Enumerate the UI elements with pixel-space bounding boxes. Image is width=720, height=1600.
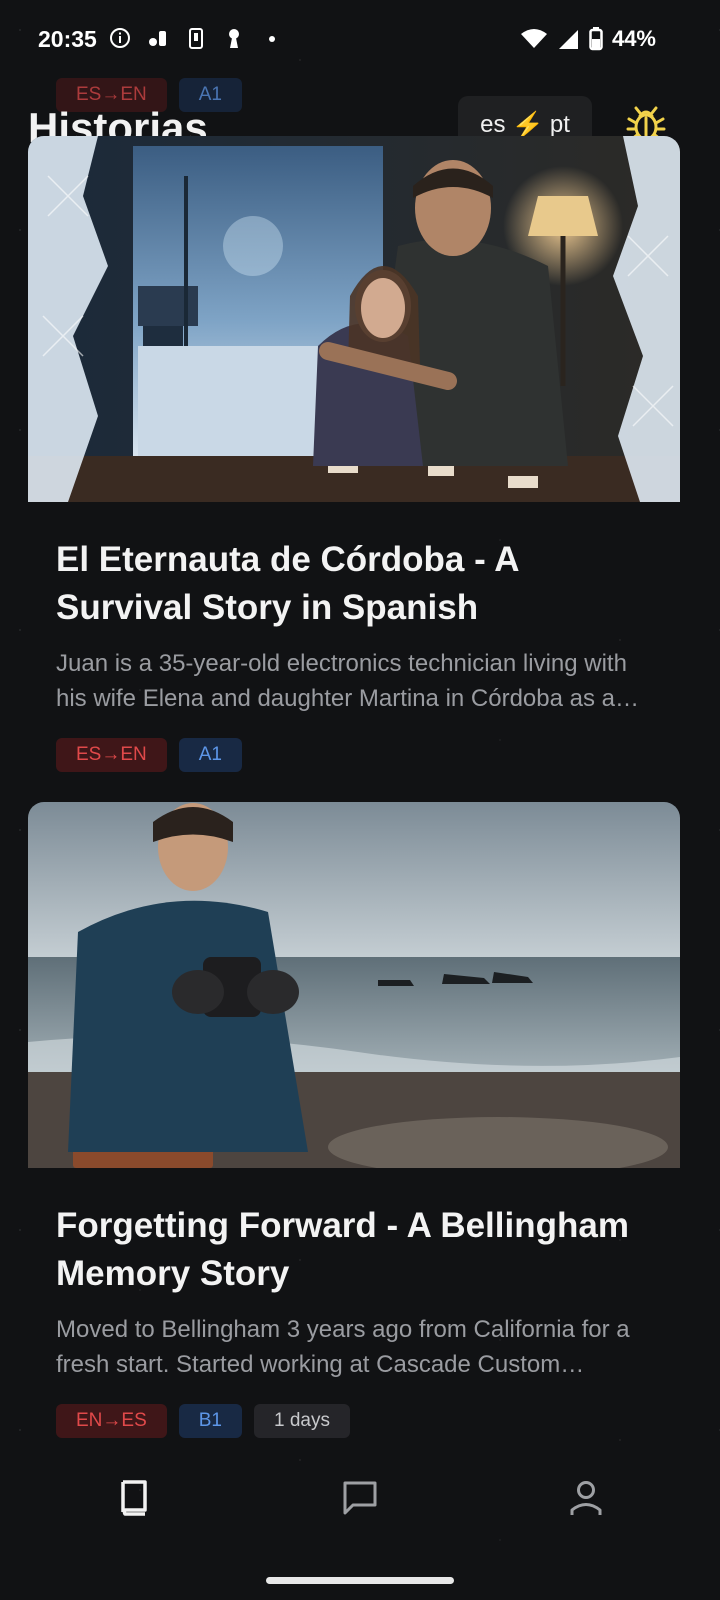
story-title: El Eternauta de Córdoba - A Survival Sto… [56, 540, 519, 627]
story-cover-image[interactable] [28, 802, 680, 1168]
story-card[interactable]: El Eternauta de Córdoba - A Survival Sto… [28, 136, 680, 772]
level-badge: A1 [178, 738, 242, 772]
level-badge: B1 [178, 1404, 242, 1438]
chat-icon [343, 1481, 377, 1515]
status-right-icons: 44% [520, 26, 656, 52]
status-left-icons [108, 26, 284, 50]
story-description: Moved to Bellingham 3 years ago from Cal… [56, 1316, 630, 1378]
cell-signal-icon [556, 27, 580, 51]
phone-icon [184, 26, 208, 50]
age-badge: 1 days [254, 1404, 350, 1438]
nav-stories-button[interactable] [104, 1468, 164, 1528]
battery-icon [588, 27, 604, 51]
lang-pair-badge: ES→EN [56, 738, 167, 772]
status-bar: 20:35 44% [0, 0, 720, 80]
keyhole-icon [222, 26, 246, 50]
nav-profile-button[interactable] [556, 1468, 616, 1528]
story-badges: ES→EN A1 [56, 738, 680, 772]
profile-icon [570, 1481, 602, 1515]
lang-from: es [480, 111, 506, 138]
lang-pair-badge: EN→ES [56, 1404, 167, 1438]
signal-dots-icon [146, 26, 170, 50]
book-icon [121, 1480, 147, 1516]
nav-chat-button[interactable] [330, 1468, 390, 1528]
battery-percent: 44% [611, 26, 656, 51]
story-description: Juan is a 35-year-old electronics techni… [56, 650, 627, 712]
story-cover-image[interactable] [28, 136, 680, 502]
story-title: Forgetting Forward - A Bellingham Memory… [56, 1206, 629, 1293]
story-card[interactable]: Forgetting Forward - A Bellingham Memory… [28, 802, 680, 1438]
story-badges: EN→ES B1 1 days [56, 1404, 680, 1438]
info-icon [108, 26, 132, 50]
status-time: 20:35 [38, 26, 97, 52]
dot-icon [260, 26, 284, 50]
home-indicator[interactable] [266, 1577, 454, 1584]
bottom-nav [0, 1440, 720, 1560]
lang-to: pt [549, 111, 570, 138]
wifi-icon [520, 27, 548, 51]
